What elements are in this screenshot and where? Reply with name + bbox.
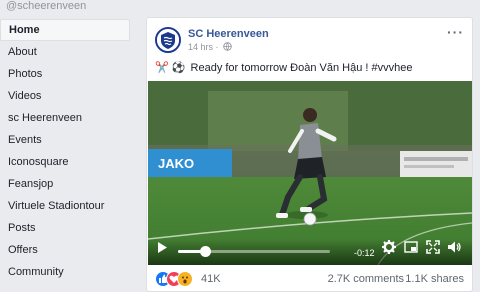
post-options-icon[interactable]: ··· (447, 24, 464, 40)
post-caption: ✂️ ⚽ Ready for tomorrow Đoàn Văn Hậu ! #… (155, 61, 412, 74)
wow-reaction-icon (177, 271, 193, 287)
sidebar-item-sc-heerenveen[interactable]: sc Heerenveen (0, 107, 134, 129)
post-engagement-bar: 41K 2.7K comments 1.1K shares (147, 269, 472, 289)
reaction-count[interactable]: 41K (201, 273, 221, 285)
gear-icon[interactable] (381, 239, 397, 259)
post-meta: 14 hrs · (188, 42, 232, 53)
globe-icon (223, 42, 232, 53)
sidebar-item-posts[interactable]: Posts (0, 217, 134, 239)
picture-in-picture-icon[interactable] (404, 240, 418, 259)
sidebar-item-feansjop[interactable]: Feansjop (0, 173, 134, 195)
video-remaining-time: -0:12 (354, 248, 375, 258)
sidebar-item-offers[interactable]: Offers (0, 239, 134, 261)
video-controls: -0:12 (148, 239, 472, 265)
sidebar-item-virtuele-stadiontour[interactable]: Virtuele Stadiontour (0, 195, 134, 217)
sidebar-item-about[interactable]: About (0, 41, 134, 63)
video-frame: JAKO (148, 81, 472, 265)
fullscreen-icon[interactable] (426, 240, 440, 259)
post-timestamp[interactable]: 14 hrs (188, 42, 213, 52)
post-author-name[interactable]: SC Heerenveen (188, 28, 269, 40)
sidebar-item-videos[interactable]: Videos (0, 85, 134, 107)
sidebar-item-home[interactable]: Home (0, 19, 130, 41)
feed-post: SC Heerenveen 14 hrs · ··· ✂️ ⚽ Ready fo… (146, 17, 473, 292)
caption-text: Ready for tomorrow Đoàn Văn Hậu ! #vvvhe… (190, 62, 413, 74)
page-avatar[interactable] (155, 27, 181, 53)
volume-icon[interactable] (447, 240, 461, 259)
comments-count-link[interactable]: 2.7K comments (328, 273, 404, 285)
sidebar-item-community[interactable]: Community (0, 261, 134, 283)
shares-count-link[interactable]: 1.1K shares (405, 273, 464, 285)
page-sidebar-nav: Home About Photos Videos sc Heerenveen E… (0, 19, 134, 283)
play-icon[interactable] (157, 240, 167, 258)
video-scrub-handle[interactable] (200, 246, 212, 257)
sidebar-item-photos[interactable]: Photos (0, 63, 134, 85)
caption-emojis: ✂️ ⚽ (155, 62, 186, 74)
video-banner-text: JAKO (158, 156, 194, 171)
sidebar-item-iconosquare[interactable]: Iconosquare (0, 151, 134, 173)
video-progress-bar[interactable] (178, 246, 330, 257)
video-player[interactable]: JAKO -0:12 (148, 81, 472, 265)
sidebar-item-events[interactable]: Events (0, 129, 134, 151)
page-handle: @scheerenveen (6, 0, 87, 12)
